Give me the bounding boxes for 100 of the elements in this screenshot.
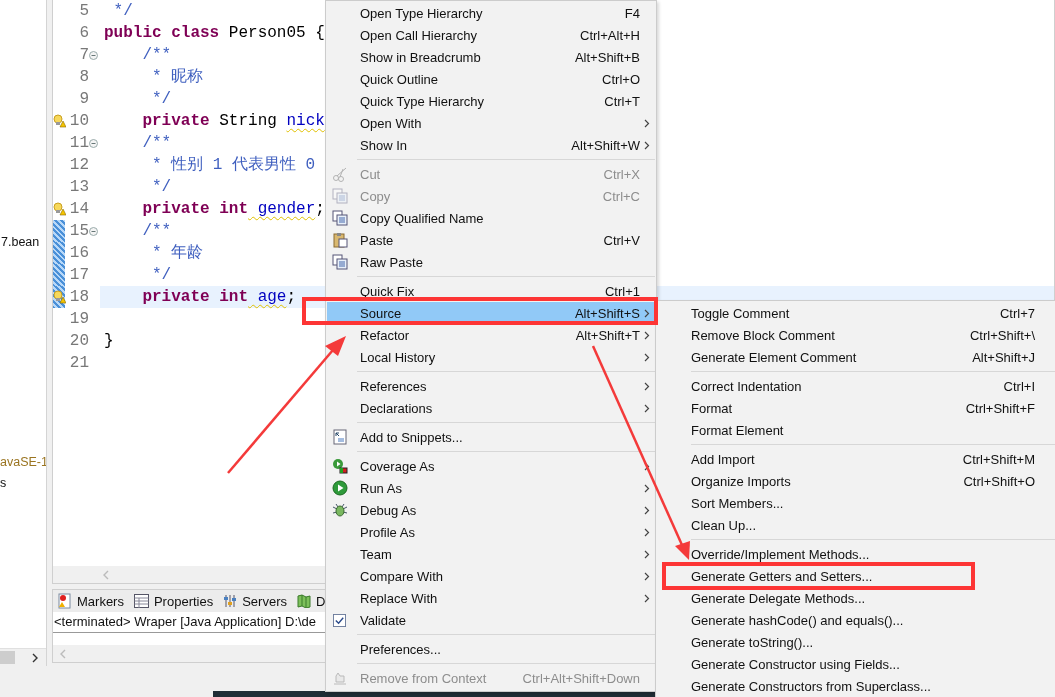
menu-item[interactable]: Compare With xyxy=(327,565,655,587)
warning-bulb-icon[interactable] xyxy=(53,114,66,128)
horizontal-scrollbar[interactable] xyxy=(0,648,46,666)
menu-item[interactable]: Quick Outline Ctrl+O xyxy=(327,68,655,90)
line-number: 17 xyxy=(68,265,89,286)
copy-icon xyxy=(331,254,348,270)
menu-item[interactable]: Override/Implement Methods... xyxy=(657,543,1055,565)
menu-item[interactable]: References xyxy=(327,375,655,397)
menu-item[interactable]: Validate xyxy=(327,609,655,631)
menu-item[interactable]: Copy Qualified Name xyxy=(327,207,655,229)
markers-icon xyxy=(58,593,72,609)
menu-item[interactable]: Organize Imports Ctrl+Shift+O xyxy=(657,470,1055,492)
panel-tab[interactable]: Servers xyxy=(223,593,287,609)
code-line: /** xyxy=(141,221,172,242)
play-icon xyxy=(331,480,348,496)
line-number: 19 xyxy=(68,309,89,330)
menu-item[interactable]: Toggle Comment Ctrl+7 xyxy=(657,302,1055,324)
tree-item[interactable]: 7.bean xyxy=(1,233,46,251)
menu-item[interactable]: Source Alt+Shift+S xyxy=(327,302,655,324)
menu-item[interactable]: Format Ctrl+Shift+F xyxy=(657,397,1055,419)
coverage-icon xyxy=(331,458,348,474)
menu-item[interactable]: Sort Members... xyxy=(657,492,1055,514)
menu-item[interactable]: Show In Alt+Shift+W xyxy=(327,134,655,156)
code-line: public class Person05 { xyxy=(104,23,325,44)
code-line: */ xyxy=(151,89,172,110)
collapse-icon[interactable] xyxy=(89,138,98,148)
menu-item[interactable]: Declarations xyxy=(327,397,655,419)
menu-item[interactable]: Generate Constructor using Fields... xyxy=(657,653,1055,675)
line-number: 14 xyxy=(68,199,89,220)
menu-item[interactable]: Generate Constructors from Superclass... xyxy=(657,675,1055,697)
sliders-icon xyxy=(223,594,238,608)
line-number: 7 xyxy=(78,45,89,66)
menu-item[interactable]: Run As xyxy=(327,477,655,499)
warning-bulb-icon[interactable] xyxy=(53,290,66,304)
menu-item[interactable]: Quick Fix Ctrl+1 xyxy=(327,280,655,302)
scissors-icon xyxy=(331,166,348,182)
line-number: 10 xyxy=(68,111,89,132)
menu-item[interactable]: Replace With xyxy=(327,587,655,609)
code-line: private int age; xyxy=(141,287,297,308)
menu-item[interactable]: Generate toString()... xyxy=(657,631,1055,653)
menu-item[interactable]: Correct Indentation Ctrl+I xyxy=(657,375,1055,397)
menu-item[interactable]: Refactor Alt+Shift+T xyxy=(327,324,655,346)
menu-item[interactable]: Coverage As xyxy=(327,455,655,477)
code-line: */ xyxy=(151,177,172,198)
line-number: 21 xyxy=(68,353,89,374)
line-number: 11 xyxy=(68,133,89,154)
line-number: 15 xyxy=(68,221,89,242)
menu-item[interactable]: Add Import Ctrl+Shift+M xyxy=(657,448,1055,470)
map-icon xyxy=(297,594,311,608)
line-number: 9 xyxy=(78,89,89,110)
menu-item[interactable]: Local History xyxy=(327,346,655,368)
table-icon xyxy=(133,594,149,608)
menu-item[interactable]: Profile As xyxy=(327,521,655,543)
panel-tab[interactable]: Properties xyxy=(133,593,214,609)
menu-item[interactable]: Generate Element Comment Alt+Shift+J xyxy=(657,346,1055,368)
code-line: } xyxy=(104,331,114,352)
copy-icon xyxy=(331,188,348,204)
menu-item[interactable]: Team xyxy=(327,543,655,565)
menu-item[interactable]: Open With xyxy=(327,112,655,134)
snippet-icon xyxy=(331,429,348,445)
collapse-icon[interactable] xyxy=(89,226,98,236)
checkbox-icon xyxy=(333,613,346,627)
bug-icon xyxy=(331,502,348,518)
warning-bulb-icon[interactable] xyxy=(53,202,66,216)
menu-item[interactable]: Generate Getters and Setters... xyxy=(657,565,1055,587)
code-line: */ xyxy=(112,1,133,22)
menu-item[interactable]: Generate Delegate Methods... xyxy=(657,587,1055,609)
code-line: private String nick xyxy=(141,111,325,132)
menu-item[interactable]: Format Element xyxy=(657,419,1055,441)
code-line: * 性别 1 代表男性 0 xyxy=(151,155,316,176)
copy-icon xyxy=(331,210,348,226)
menu-item[interactable]: Paste Ctrl+V xyxy=(327,229,655,251)
collapse-icon[interactable] xyxy=(89,50,98,60)
code-line: * 昵称 xyxy=(151,67,204,88)
line-number: 8 xyxy=(78,67,89,88)
menu-item[interactable]: Generate hashCode() and equals()... xyxy=(657,609,1055,631)
line-number: 12 xyxy=(68,155,89,176)
line-number: 20 xyxy=(68,331,89,352)
menu-item[interactable]: Open Type Hierarchy F4 xyxy=(327,2,655,24)
line-number: 6 xyxy=(78,23,89,44)
code-line: /** xyxy=(141,45,172,66)
code-line: * 年龄 xyxy=(151,243,204,264)
tree-item[interactable]: s xyxy=(0,474,46,492)
menu-item[interactable]: Add to Snippets... xyxy=(327,426,655,448)
menu-item[interactable]: Show in Breadcrumb Alt+Shift+B xyxy=(327,46,655,68)
menu-item[interactable]: Remove Block Comment Ctrl+Shift+\ xyxy=(657,324,1055,346)
line-number: 5 xyxy=(78,1,89,22)
menu-item[interactable]: Clean Up... xyxy=(657,514,1055,536)
menu-item[interactable]: Preferences... xyxy=(327,638,655,660)
menu-item[interactable]: Debug As xyxy=(327,499,655,521)
panel-tab[interactable]: Markers xyxy=(58,593,124,609)
menu-item[interactable]: Quick Type Hierarchy Ctrl+T xyxy=(327,90,655,112)
panel-tab[interactable]: D xyxy=(297,593,326,609)
line-number: 16 xyxy=(68,243,89,264)
line-number: 18 xyxy=(68,287,89,308)
line-number: 13 xyxy=(68,177,89,198)
scroll-right-icon[interactable] xyxy=(31,652,39,663)
menu-item[interactable]: Raw Paste xyxy=(327,251,655,273)
code-line: */ xyxy=(151,265,172,286)
menu-item[interactable]: Open Call Hierarchy Ctrl+Alt+H xyxy=(327,24,655,46)
